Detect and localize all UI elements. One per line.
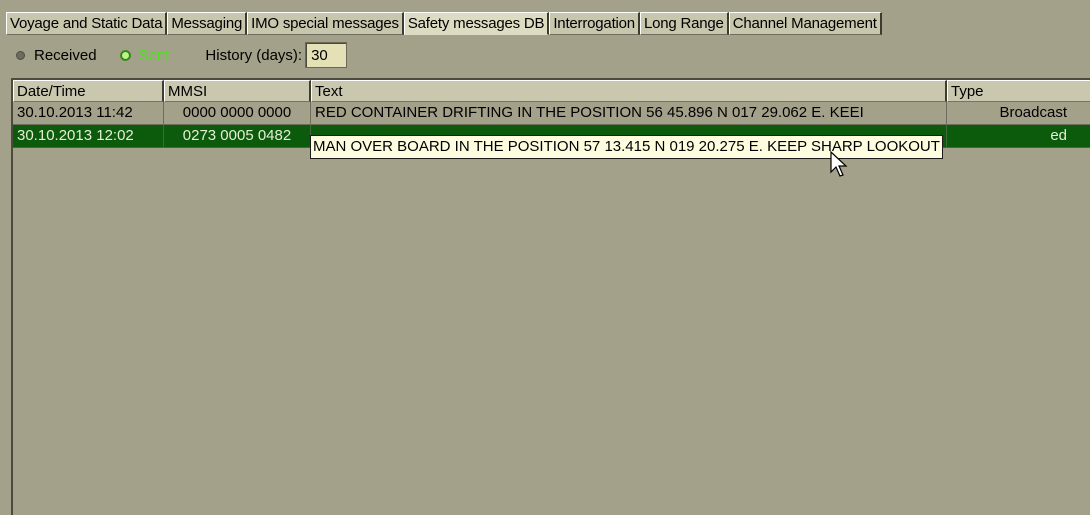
column-header-datetime[interactable]: Date/Time [13,80,164,102]
tab-safety-messages-db[interactable]: Safety messages DB [403,12,550,35]
cell-text: RED CONTAINER DRIFTING IN THE POSITION 5… [311,102,947,125]
column-header-mmsi[interactable]: MMSI [164,80,311,102]
history-days-label: History (days): [205,46,303,64]
cell-type: Broadcast [947,102,1090,125]
table-header: Date/Time MMSI Text Type [13,80,1090,102]
cell-type: ed [947,125,1090,148]
table-row[interactable]: 30.10.2013 11:42 0000 0000 0000 RED CONT… [13,102,1090,125]
column-header-type[interactable]: Type [947,80,1090,102]
tab-bar: Voyage and Static Data Messaging IMO spe… [6,12,882,35]
radio-indicator-icon [120,50,130,60]
radio-indicator-icon [16,50,25,60]
tab-voyage-static-data[interactable]: Voyage and Static Data [6,12,168,35]
sent-radio-label: Sent [138,46,170,64]
mouse-pointer-icon [830,151,848,177]
cell-mmsi: 0273 0005 0482 [164,125,311,148]
received-radio-label: Received [34,46,97,64]
cell-datetime: 30.10.2013 12:02 [13,125,164,148]
sent-radio[interactable]: Sent [120,46,170,64]
tab-channel-management[interactable]: Channel Management [728,12,882,35]
history-days-input[interactable] [305,42,348,68]
tab-interrogation[interactable]: Interrogation [549,12,640,35]
cell-datetime: 30.10.2013 11:42 [13,102,164,125]
tab-messaging[interactable]: Messaging [167,12,248,35]
received-radio[interactable]: Received [16,47,97,64]
tab-imo-special-messages[interactable]: IMO special messages [247,12,404,35]
column-header-text[interactable]: Text [311,80,947,102]
tab-long-range[interactable]: Long Range [639,12,729,35]
filter-bar: Received Sent History (days): [16,40,348,70]
cell-mmsi: 0000 0000 0000 [164,102,311,125]
